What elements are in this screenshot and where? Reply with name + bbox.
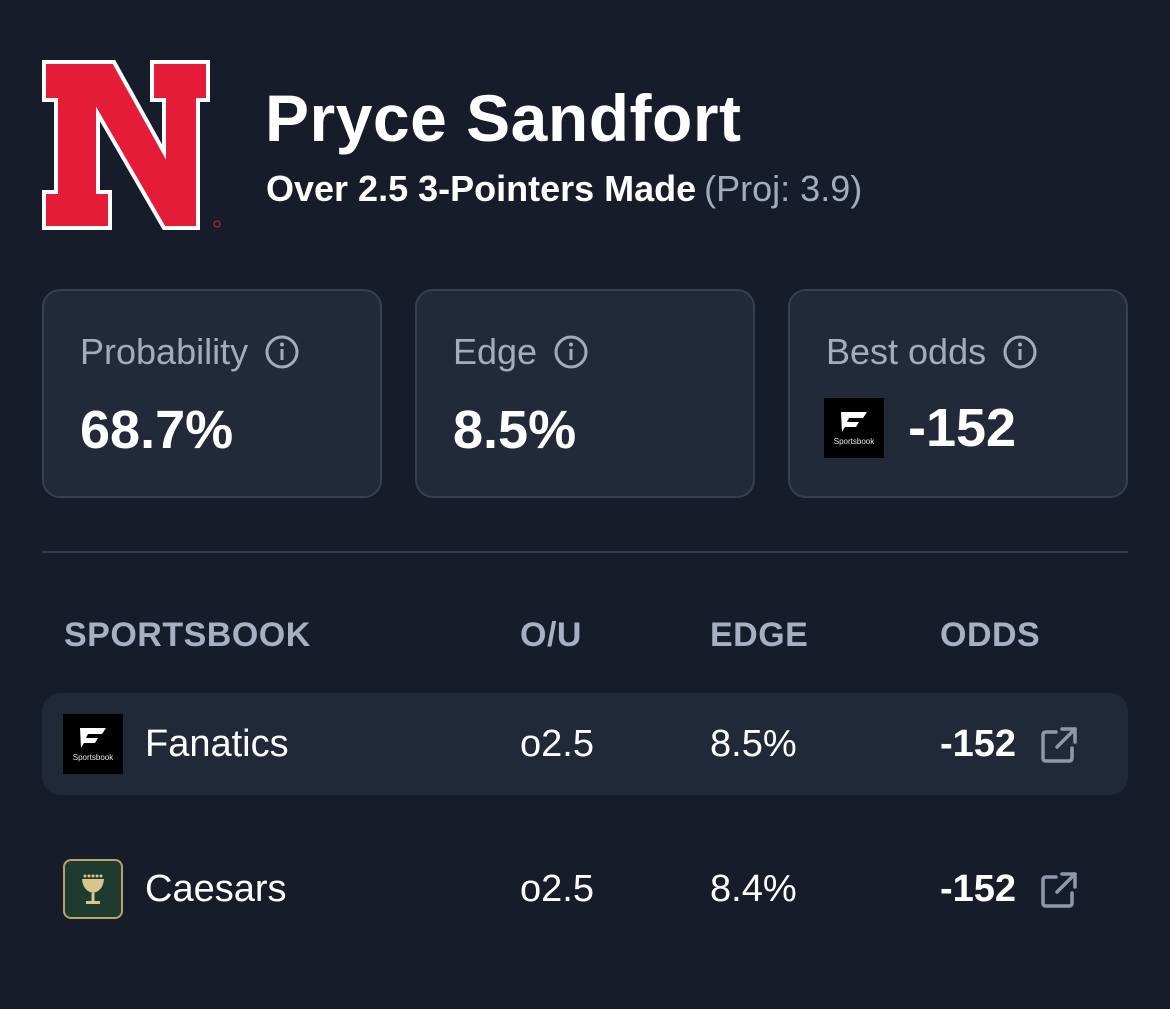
probability-card: Probability 68.7% (42, 289, 382, 498)
fanatics-sportsbook-logo: Sportsbook (824, 398, 884, 458)
column-header-sportsbook[interactable]: SPORTSBOOK (64, 616, 311, 655)
fanatics-logo-text: Sportsbook (72, 753, 114, 762)
best-odds-card: Best odds Sportsbook -152 (788, 289, 1128, 498)
edge-value: 8.4% (710, 868, 797, 910)
projection-text: (Proj: 3.9) (704, 168, 863, 209)
caesars-logo (63, 859, 123, 919)
best-odds-value: -152 (908, 398, 1017, 458)
best-odds-label-row: Best odds (826, 331, 1038, 373)
info-icon[interactable] (1002, 334, 1038, 370)
sportsbook-name: Caesars (145, 868, 287, 910)
ou-value: o2.5 (520, 868, 594, 910)
best-odds-label: Best odds (826, 331, 987, 372)
column-header-odds[interactable]: ODDS (940, 616, 1040, 655)
fanatics-sportsbook-logo: Sportsbook (63, 714, 123, 774)
probability-label-row: Probability (80, 331, 300, 373)
table-row[interactable]: Caesars o2.5 8.4% -152 (42, 838, 1128, 940)
column-header-ou[interactable]: O/U (520, 616, 582, 655)
edge-value: 8.5% (453, 400, 577, 460)
odds-value: -152 (940, 868, 1017, 910)
nebraska-n-logo (42, 60, 221, 230)
probability-label: Probability (80, 331, 249, 372)
external-link-icon[interactable] (1040, 726, 1078, 764)
divider (42, 551, 1128, 553)
prop-description: Over 2.5 3-Pointers Made (266, 168, 697, 209)
edge-label-row: Edge (453, 331, 589, 373)
ou-value: o2.5 (520, 723, 594, 765)
fanatics-logo-text: Sportsbook (833, 437, 875, 446)
edge-label: Edge (453, 331, 538, 372)
info-icon[interactable] (553, 334, 589, 370)
column-header-edge[interactable]: EDGE (710, 616, 808, 655)
table-row[interactable]: Sportsbook Fanatics o2.5 8.5% -152 (42, 693, 1128, 795)
edge-value: 8.5% (710, 723, 797, 765)
best-odds-row: Sportsbook -152 (824, 397, 1016, 459)
prop-detail-page: Pryce Sandfort Over 2.5 3-Pointers Made(… (0, 0, 1170, 1009)
odds-value: -152 (940, 723, 1017, 765)
external-link-icon[interactable] (1040, 871, 1078, 909)
probability-value: 68.7% (80, 400, 234, 460)
edge-card: Edge 8.5% (415, 289, 755, 498)
info-icon[interactable] (264, 334, 300, 370)
sportsbook-name: Fanatics (145, 723, 289, 765)
player-name: Pryce Sandfort (265, 81, 742, 155)
prop-line: Over 2.5 3-Pointers Made (Proj: 3.9) (266, 168, 862, 210)
